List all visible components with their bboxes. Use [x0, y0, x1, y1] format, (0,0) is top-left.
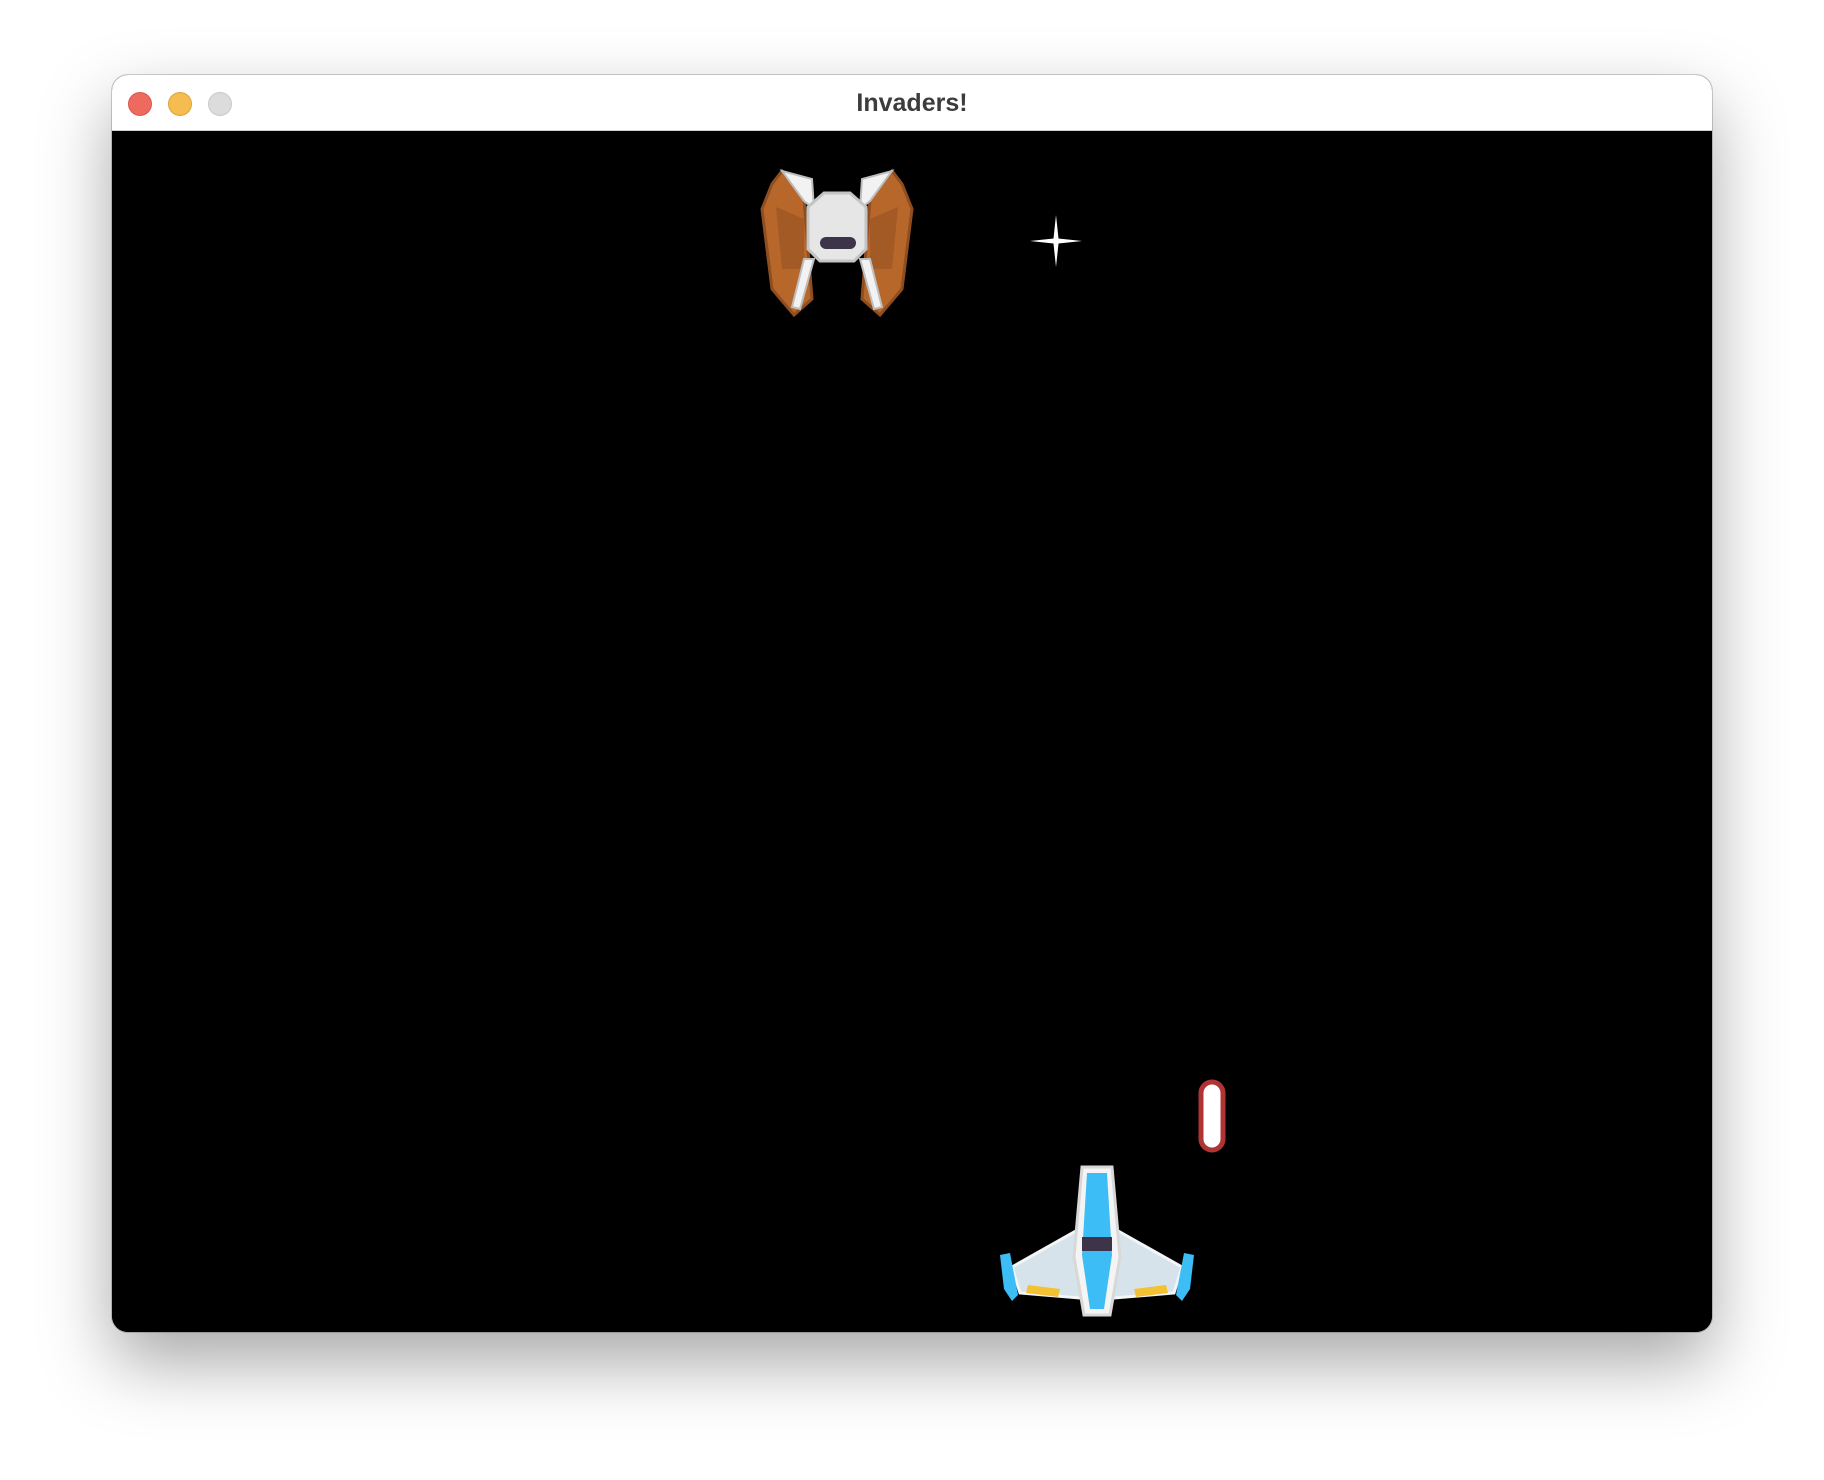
enemy-ship-icon — [760, 168, 914, 318]
game-canvas[interactable] — [112, 131, 1712, 1332]
app-window: Invaders! — [112, 75, 1712, 1332]
star-sparkle-icon — [1030, 215, 1082, 267]
player-ship-icon[interactable] — [992, 1159, 1202, 1319]
window-title: Invaders! — [856, 89, 968, 117]
title-bar[interactable]: Invaders! — [112, 75, 1712, 131]
laser-bullet-icon — [1198, 1079, 1226, 1153]
